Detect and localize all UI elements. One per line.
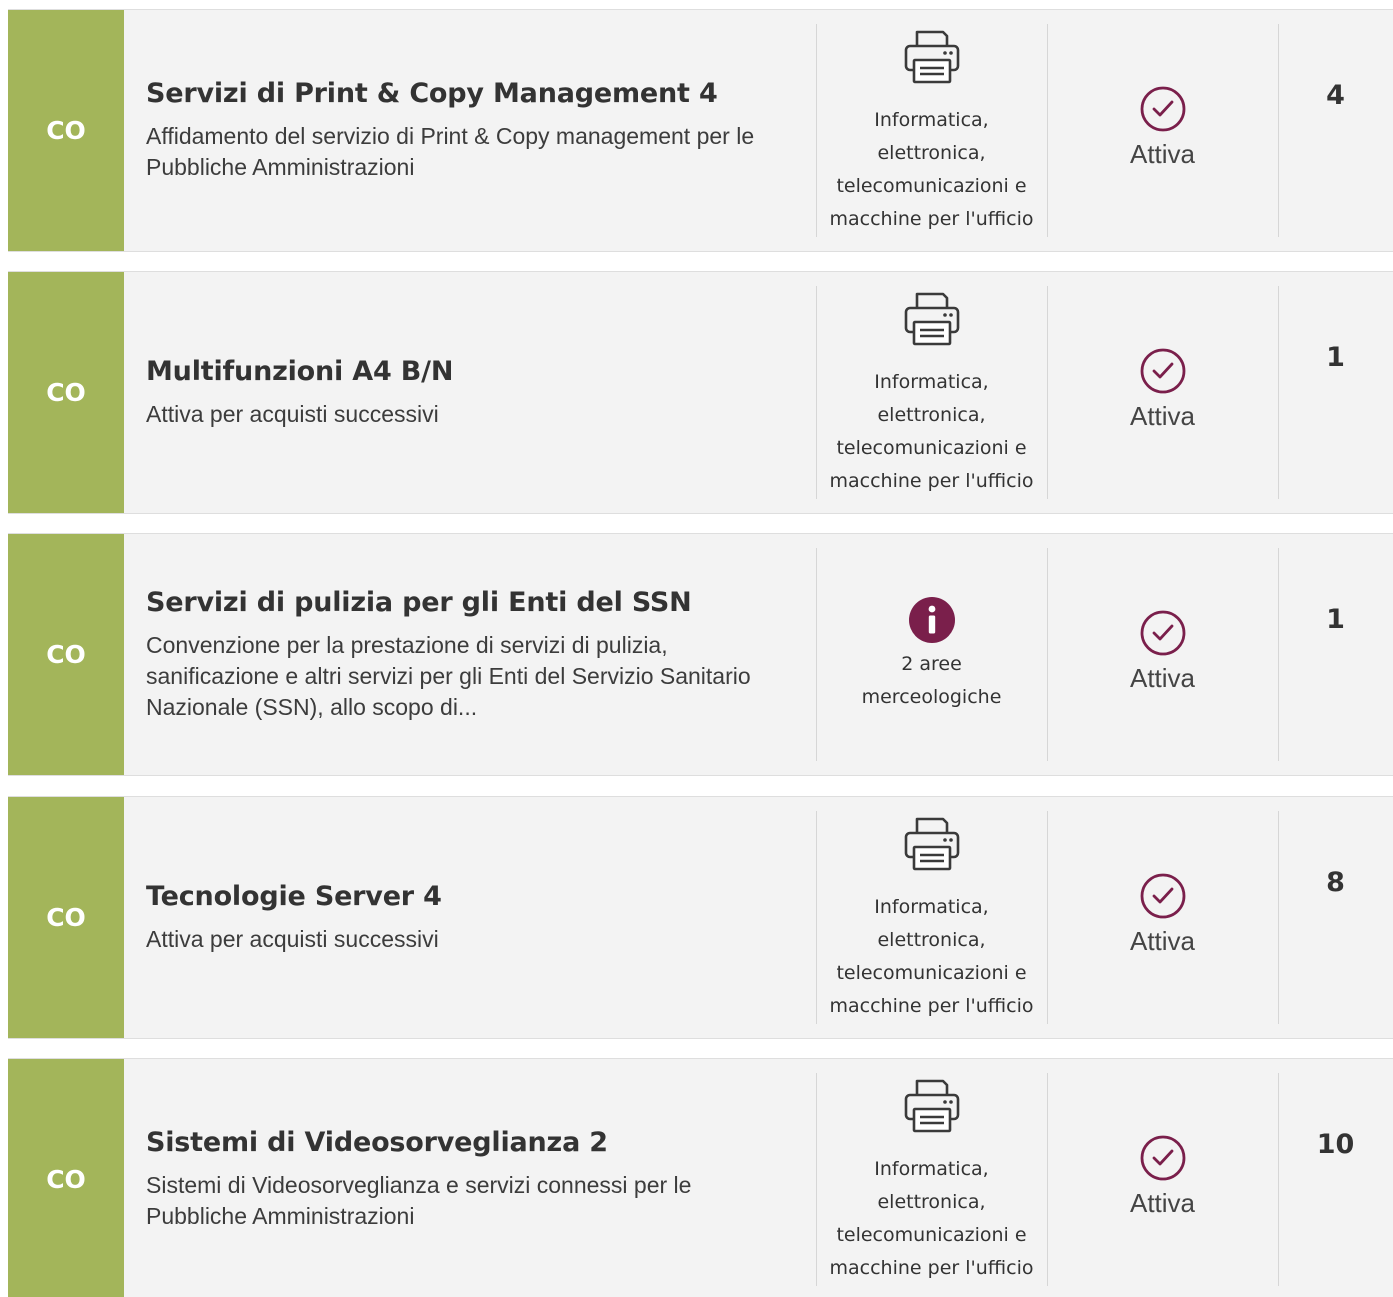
count-value: 1: [1326, 342, 1345, 373]
item-title[interactable]: Servizi di Print & Copy Management 4: [146, 78, 796, 109]
category-cell: Informatica, elettronica, telecomunicazi…: [816, 272, 1047, 513]
category-label: Informatica, elettronica, telecomunicazi…: [829, 370, 1034, 492]
item-info: Servizi di Print & Copy Management 4 Aff…: [124, 10, 816, 251]
type-badge: CO: [8, 10, 124, 251]
check-circle-icon: [1140, 1135, 1185, 1181]
item-title[interactable]: Sistemi di Videosorveglianza 2: [146, 1127, 796, 1158]
count-value: 4: [1326, 80, 1345, 111]
printer-icon: [904, 817, 959, 870]
printer-icon: [904, 30, 959, 83]
category-label: Informatica, elettronica, telecomunicazi…: [829, 1157, 1034, 1279]
item-description: Attiva per acquisti successivi: [146, 925, 439, 952]
status-cell: Attiva: [1047, 797, 1278, 1038]
category-label: Informatica, elettronica, telecomunicazi…: [829, 895, 1034, 1017]
check-circle-icon: [1140, 348, 1185, 394]
status-label: Attiva: [1129, 139, 1196, 169]
item-title[interactable]: Tecnologie Server 4: [146, 881, 796, 912]
status-cell: Attiva: [1047, 10, 1278, 251]
check-circle-icon: [1140, 86, 1185, 132]
status-cell: Attiva: [1047, 1059, 1278, 1297]
count-cell: 1: [1278, 272, 1393, 513]
category-label: Informatica, elettronica, telecomunicazi…: [829, 108, 1034, 230]
status-cell: Attiva: [1047, 272, 1278, 513]
count-value: 1: [1326, 604, 1345, 635]
type-badge: CO: [8, 797, 124, 1038]
check-circle-icon: [1140, 610, 1185, 656]
type-badge: CO: [8, 534, 124, 775]
count-value: 10: [1316, 1129, 1355, 1160]
list-item[interactable]: CO Multifunzioni A4 B/N Attiva per acqui…: [8, 271, 1393, 514]
item-description: Convenzione per la prestazione di serviz…: [146, 631, 751, 720]
status-label: Attiva: [1129, 401, 1196, 431]
type-badge: CO: [8, 272, 124, 513]
category-cell[interactable]: 2 aree merceologiche: [816, 534, 1047, 775]
status-label: Attiva: [1129, 1188, 1196, 1218]
item-info: Servizi di pulizia per gli Enti del SSN …: [124, 534, 816, 775]
info-icon[interactable]: [908, 596, 956, 644]
item-title[interactable]: Multifunzioni A4 B/N: [146, 356, 796, 387]
list-item[interactable]: CO Servizi di pulizia per gli Enti del S…: [8, 533, 1393, 776]
count-cell: 8: [1278, 797, 1393, 1038]
list-item[interactable]: CO Sistemi di Videosorveglianza 2 Sistem…: [8, 1058, 1393, 1297]
category-cell: Informatica, elettronica, telecomunicazi…: [816, 10, 1047, 251]
category-cell: Informatica, elettronica, telecomunicazi…: [816, 797, 1047, 1038]
count-cell: 1: [1278, 534, 1393, 775]
printer-icon: [904, 1079, 959, 1132]
item-description: Sistemi di Videosorveglianza e servizi c…: [146, 1172, 692, 1229]
status-cell: Attiva: [1047, 534, 1278, 775]
count-value: 8: [1326, 867, 1345, 898]
status-label: Attiva: [1129, 926, 1196, 956]
list-item[interactable]: CO Tecnologie Server 4 Attiva per acquis…: [8, 796, 1393, 1039]
list-item[interactable]: CO Servizi di Print & Copy Management 4 …: [8, 9, 1393, 252]
item-title[interactable]: Servizi di pulizia per gli Enti del SSN: [146, 587, 796, 618]
category-label: 2 aree merceologiche: [861, 652, 1002, 708]
count-cell: 10: [1278, 1059, 1393, 1297]
type-badge: CO: [8, 1059, 124, 1297]
item-description: Affidamento del servizio di Print & Copy…: [146, 123, 755, 180]
count-cell: 4: [1278, 10, 1393, 251]
item-description: Attiva per acquisti successivi: [146, 400, 439, 427]
check-circle-icon: [1140, 873, 1185, 919]
status-label: Attiva: [1129, 663, 1196, 693]
printer-icon: [904, 292, 959, 345]
item-info: Tecnologie Server 4 Attiva per acquisti …: [124, 797, 816, 1038]
category-cell: Informatica, elettronica, telecomunicazi…: [816, 1059, 1047, 1297]
item-info: Multifunzioni A4 B/N Attiva per acquisti…: [124, 272, 816, 513]
initiatives-list: CO Servizi di Print & Copy Management 4 …: [0, 0, 1393, 1297]
item-info: Sistemi di Videosorveglianza 2 Sistemi d…: [124, 1059, 816, 1297]
